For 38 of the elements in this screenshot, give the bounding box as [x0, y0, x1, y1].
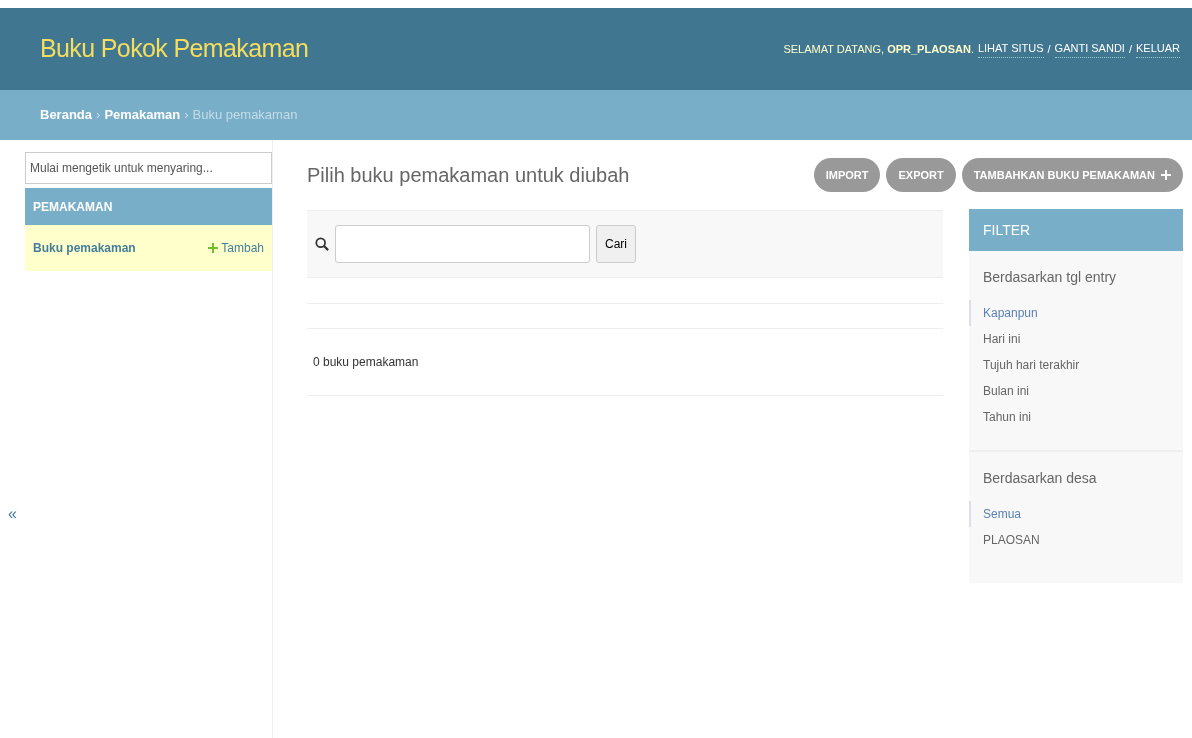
search-icon [315, 237, 329, 251]
filter-option[interactable]: Semua [983, 505, 1022, 523]
header-link[interactable]: GANTI SANDI [1054, 40, 1125, 58]
action-button[interactable]: IMPORT [813, 158, 881, 192]
plus-icon [1161, 170, 1171, 180]
page-title: Pilih buku pemakaman untuk diubah [307, 163, 630, 188]
current-page-label: Buku pemakaman [192, 106, 298, 125]
section-header: PEMAKAMAN [25, 188, 272, 225]
model-link[interactable]: Buku pemakaman [33, 239, 136, 257]
link-separator: / [1047, 41, 1051, 57]
breadcrumb-separator: › [184, 106, 189, 125]
site-title: Buku Pokok Pemakaman [40, 33, 309, 65]
sidebar-row[interactable]: Buku pemakaman Tambah [25, 225, 272, 271]
header-link[interactable]: KELUAR [1135, 40, 1180, 58]
filter-option[interactable]: Tujuh hari terakhir [983, 356, 1080, 374]
filter-option[interactable]: Hari ini [983, 330, 1021, 348]
header-link[interactable]: LIHAT SITUS [977, 40, 1044, 58]
link-separator: / [1128, 41, 1132, 57]
breadcrumb-link[interactable]: Pemakaman [104, 105, 181, 125]
add-button[interactable]: TAMBAHKAN BUKU PEMAKAMAN [961, 158, 1183, 192]
filter-group-title: Berdasarkan desa [982, 469, 1098, 488]
filter-option[interactable]: Bulan ini [983, 382, 1030, 400]
breadcrumb-link[interactable]: Beranda [40, 105, 93, 125]
filter-field[interactable]: Mulai mengetik untuk menyaring... [25, 152, 272, 184]
filter-option[interactable]: PLAOSAN [983, 531, 1040, 549]
filter-header: FILTER [969, 209, 1183, 251]
search-field[interactable] [335, 225, 590, 263]
add-link[interactable]: Tambah [208, 239, 264, 257]
filter-option[interactable]: Tahun ini [983, 408, 1032, 426]
filter-group-title: Berdasarkan tgl entry [982, 268, 1118, 287]
filter-option[interactable]: Kapanpun [983, 304, 1038, 322]
welcome-text: SELAMAT DATANG, OPR_PLAOSAN. [783, 41, 974, 57]
action-button[interactable]: EXPORT [886, 158, 956, 192]
plus-icon [208, 243, 219, 253]
search-button[interactable]: Cari [596, 225, 636, 263]
breadcrumb-separator: › [96, 106, 101, 125]
result-count: 0 buku pemakaman [307, 328, 943, 396]
collapse-button[interactable]: « [8, 502, 17, 526]
